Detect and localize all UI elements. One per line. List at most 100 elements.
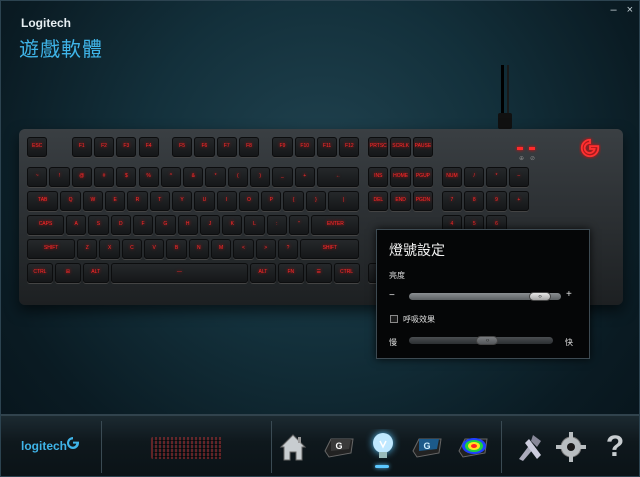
heatmap-icon[interactable] (455, 429, 491, 465)
settings-icon[interactable] (553, 429, 589, 465)
brightness-decrease-button[interactable]: − (389, 290, 395, 301)
key-p[interactable]: P (261, 191, 282, 211)
key-symbol[interactable]: ? (277, 239, 299, 259)
key-symbol[interactable]: ☰ (305, 263, 332, 283)
key-n[interactable]: N (188, 239, 209, 259)
key-h[interactable]: H (177, 215, 198, 235)
key-symbol[interactable]: * (205, 167, 226, 187)
key-symbol[interactable]: * (486, 167, 507, 187)
key-fn[interactable]: FN (277, 263, 304, 283)
close-button[interactable]: × (627, 4, 633, 16)
key-symbol[interactable]: $ (116, 167, 137, 187)
key-q[interactable]: Q (60, 191, 81, 211)
key-f3[interactable]: F3 (116, 137, 137, 157)
key-symbol[interactable]: – (508, 167, 529, 187)
key-o[interactable]: O (238, 191, 260, 211)
key-symbol[interactable]: _ (272, 167, 293, 187)
tools-icon[interactable] (511, 429, 547, 465)
key-f11[interactable]: F11 (316, 137, 338, 157)
key-symbol[interactable]: # (93, 167, 115, 187)
key-c[interactable]: C (121, 239, 143, 259)
key-del[interactable]: DEL (368, 191, 389, 211)
key-symbol[interactable]: / (464, 167, 485, 187)
g-key-blue-icon[interactable]: G (409, 429, 445, 465)
key-g[interactable]: G (155, 215, 176, 235)
key-f2[interactable]: F2 (93, 137, 115, 157)
key-symbol[interactable]: ) (250, 167, 271, 187)
key-7[interactable]: 7 (441, 191, 463, 211)
key-i[interactable]: I (216, 191, 237, 211)
key-symbol[interactable]: + (508, 191, 529, 211)
minimize-button[interactable]: – (610, 4, 616, 16)
key-f6[interactable]: F6 (194, 137, 215, 157)
key-pgdn[interactable]: PGDN (412, 191, 434, 211)
g-key-icon[interactable]: G (321, 429, 357, 465)
key-f12[interactable]: F12 (339, 137, 360, 157)
help-icon[interactable]: ? (597, 429, 633, 465)
key-tab[interactable]: TAB (27, 191, 59, 211)
brightness-slider-thumb[interactable]: ‹ › (528, 292, 551, 301)
key-symbol[interactable]: " (289, 215, 310, 235)
device-thumbnail[interactable] (151, 437, 223, 459)
key-symbol[interactable]: ( (227, 167, 248, 187)
key-pause[interactable]: PAUSE (412, 137, 434, 157)
key-alt[interactable]: ALT (82, 263, 109, 283)
key-symbol[interactable]: % (138, 167, 159, 187)
key-symbol[interactable]: { (283, 191, 304, 211)
speed-slider[interactable]: ‹ › (409, 336, 553, 345)
key-9[interactable]: 9 (486, 191, 507, 211)
key-ctrl[interactable]: CTRL (27, 263, 53, 283)
key-k[interactable]: K (222, 215, 243, 235)
key-prtsc[interactable]: PRTSC (368, 137, 389, 157)
key-enter[interactable]: ENTER (311, 215, 360, 235)
key-f7[interactable]: F7 (216, 137, 237, 157)
key-y[interactable]: Y (171, 191, 193, 211)
key-symbol[interactable]: : (266, 215, 288, 235)
key-l[interactable]: L (244, 215, 265, 235)
speed-slider-thumb[interactable]: ‹ › (476, 336, 499, 345)
key-s[interactable]: S (88, 215, 109, 235)
key-m[interactable]: M (210, 239, 232, 259)
key-f1[interactable]: F1 (71, 137, 92, 157)
key-x[interactable]: X (99, 239, 120, 259)
key-symbol[interactable]: ^ (160, 167, 182, 187)
key-symbol[interactable]: ~ (27, 167, 48, 187)
key-pgup[interactable]: PGUP (412, 167, 434, 187)
key-b[interactable]: B (166, 239, 187, 259)
key-symbol[interactable]: > (255, 239, 276, 259)
key-z[interactable]: Z (77, 239, 98, 259)
key-d[interactable]: D (110, 215, 131, 235)
key-symbol[interactable]: + (294, 167, 315, 187)
key-w[interactable]: W (82, 191, 104, 211)
key-f8[interactable]: F8 (238, 137, 260, 157)
key-f10[interactable]: F10 (294, 137, 315, 157)
home-icon[interactable] (275, 429, 311, 465)
key-shift[interactable]: SHIFT (27, 239, 76, 259)
key-symbol[interactable]: < (233, 239, 254, 259)
key-symbol[interactable]: | (328, 191, 360, 211)
key-a[interactable]: A (66, 215, 87, 235)
breathing-checkbox[interactable] (390, 315, 398, 323)
key-esc[interactable]: ESC (27, 137, 48, 157)
brightness-increase-button[interactable]: + (566, 289, 572, 300)
key-caps[interactable]: CAPS (27, 215, 65, 235)
lighting-icon[interactable] (365, 429, 401, 465)
key-symbol[interactable]: } (305, 191, 327, 211)
key-r[interactable]: R (127, 191, 148, 211)
key-v[interactable]: V (144, 239, 165, 259)
key-e[interactable]: E (105, 191, 126, 211)
key-t[interactable]: T (149, 191, 170, 211)
key-symbol[interactable]: — (110, 263, 248, 283)
key-symbol[interactable]: ⊞ (54, 263, 81, 283)
key-8[interactable]: 8 (464, 191, 485, 211)
key-symbol[interactable]: ← (316, 167, 360, 187)
key-num[interactable]: NUM (441, 167, 463, 187)
key-shift[interactable]: SHIFT (300, 239, 360, 259)
key-ctrl[interactable]: CTRL (333, 263, 360, 283)
key-u[interactable]: U (194, 191, 215, 211)
key-alt[interactable]: ALT (250, 263, 276, 283)
key-f4[interactable]: F4 (138, 137, 159, 157)
key-end[interactable]: END (390, 191, 411, 211)
key-f9[interactable]: F9 (272, 137, 293, 157)
key-home[interactable]: HOME (390, 167, 411, 187)
